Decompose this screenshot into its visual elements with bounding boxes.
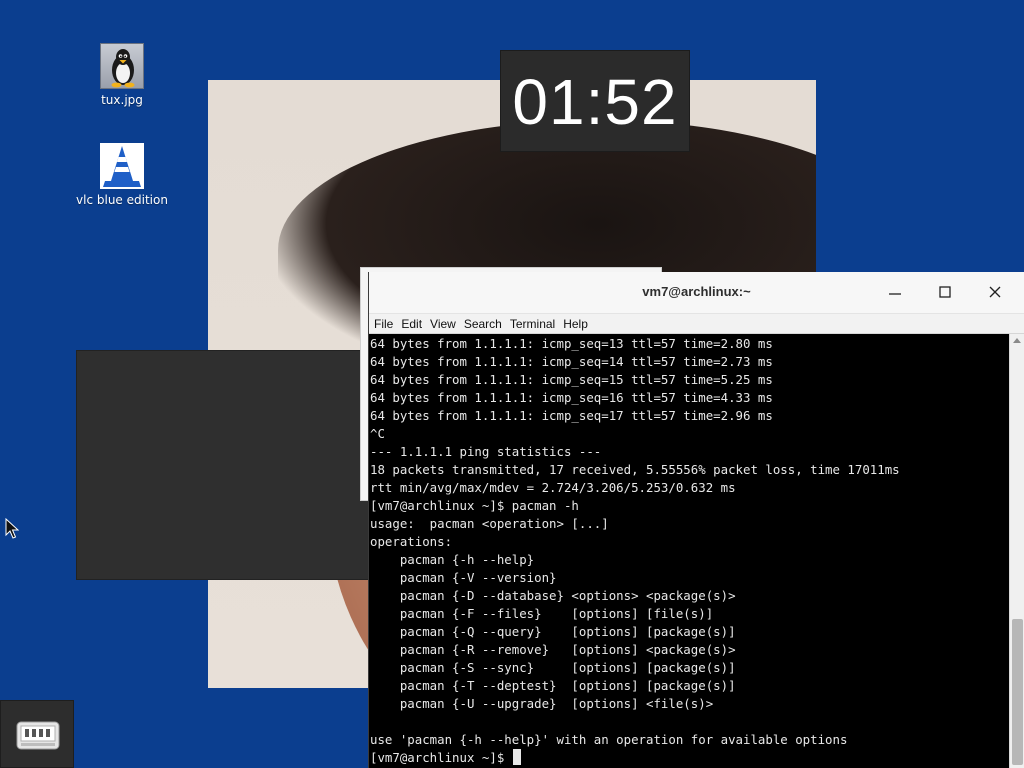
terminal-line: pacman {-F --files} [options] [file(s)]: [370, 606, 714, 621]
terminal-window[interactable]: vm7@archlinux:~ File Edit View Search Te…: [368, 272, 1024, 768]
terminal-line: 18 packets transmitted, 17 received, 5.5…: [370, 462, 900, 477]
terminal-line: 64 bytes from 1.1.1.1: icmp_seq=13 ttl=5…: [370, 336, 773, 351]
minimize-button[interactable]: [882, 281, 908, 305]
terminal-line: --- 1.1.1.1 ping statistics ---: [370, 444, 602, 459]
terminal-line: operations:: [370, 534, 453, 549]
desktop-icon-vlc[interactable]: vlc blue edition: [72, 143, 172, 207]
terminal-line: usage: pacman <operation> [...]: [370, 516, 609, 531]
scroll-up-arrow-icon[interactable]: [1013, 338, 1021, 343]
close-button[interactable]: [982, 281, 1008, 305]
terminal-line: 64 bytes from 1.1.1.1: icmp_seq=16 ttl=5…: [370, 390, 773, 405]
menu-terminal[interactable]: Terminal: [510, 317, 555, 331]
terminal-scrollbar[interactable]: [1009, 334, 1024, 768]
terminal-line: pacman {-h --help}: [370, 552, 535, 567]
tux-penguin-icon: [100, 43, 144, 89]
menu-view[interactable]: View: [430, 317, 456, 331]
terminal-line: 64 bytes from 1.1.1.1: icmp_seq=14 ttl=5…: [370, 354, 773, 369]
minimize-icon: [889, 293, 901, 295]
terminal-line: pacman {-D --database} <options> <packag…: [370, 588, 736, 603]
terminal-line: rtt min/avg/max/mdev = 2.724/3.206/5.253…: [370, 480, 736, 495]
terminal-line: pacman {-Q --query} [options] [package(s…: [370, 624, 736, 639]
maximize-button[interactable]: [932, 281, 958, 305]
terminal-line: [vm7@archlinux ~]$ pacman -h: [370, 498, 579, 513]
terminal-output[interactable]: 64 bytes from 1.1.1.1: icmp_seq=13 ttl=5…: [369, 334, 1009, 768]
menu-search[interactable]: Search: [464, 317, 502, 331]
window-title: vm7@archlinux:~: [642, 284, 751, 299]
mouse-pointer-icon: [5, 517, 20, 544]
menu-file[interactable]: File: [374, 317, 393, 331]
terminal-prompt-line[interactable]: [vm7@archlinux ~]$: [370, 749, 1009, 767]
menu-edit[interactable]: Edit: [401, 317, 422, 331]
terminal-line: use 'pacman {-h --help}' with an operati…: [370, 732, 848, 747]
desktop-icon-label: vlc blue edition: [76, 193, 168, 207]
app-launcher-icon: [16, 721, 60, 750]
terminal-line: pacman {-R --remove} [options] <package(…: [370, 642, 736, 657]
terminal-line: 64 bytes from 1.1.1.1: icmp_seq=15 ttl=5…: [370, 372, 773, 387]
desktop-icon-tux[interactable]: tux.jpg: [72, 43, 172, 107]
terminal-line: pacman {-T --deptest} [options] [package…: [370, 678, 736, 693]
maximize-icon: [939, 286, 951, 298]
terminal-prompt: [vm7@archlinux ~]$: [370, 750, 512, 765]
close-icon: [989, 286, 1001, 298]
terminal-menubar: File Edit View Search Terminal Help: [369, 314, 1024, 334]
clock-widget: 01:52: [500, 50, 690, 152]
terminal-titlebar[interactable]: vm7@archlinux:~: [369, 272, 1024, 314]
blank-dark-window[interactable]: [76, 350, 376, 580]
terminal-line: 64 bytes from 1.1.1.1: icmp_seq=17 ttl=5…: [370, 408, 773, 423]
terminal-line: pacman {-U --upgrade} [options] <file(s)…: [370, 696, 714, 711]
menu-help[interactable]: Help: [563, 317, 588, 331]
vlc-cone-icon: [100, 143, 144, 189]
taskbar-launcher-button[interactable]: [0, 700, 74, 768]
desktop-icon-label: tux.jpg: [101, 93, 143, 107]
terminal-line: ^C: [370, 426, 385, 441]
terminal-line: pacman {-V --version}: [370, 570, 557, 585]
text-cursor: [512, 749, 521, 765]
scrollbar-thumb[interactable]: [1012, 619, 1023, 765]
terminal-line: pacman {-S --sync} [options] [package(s)…: [370, 660, 736, 675]
